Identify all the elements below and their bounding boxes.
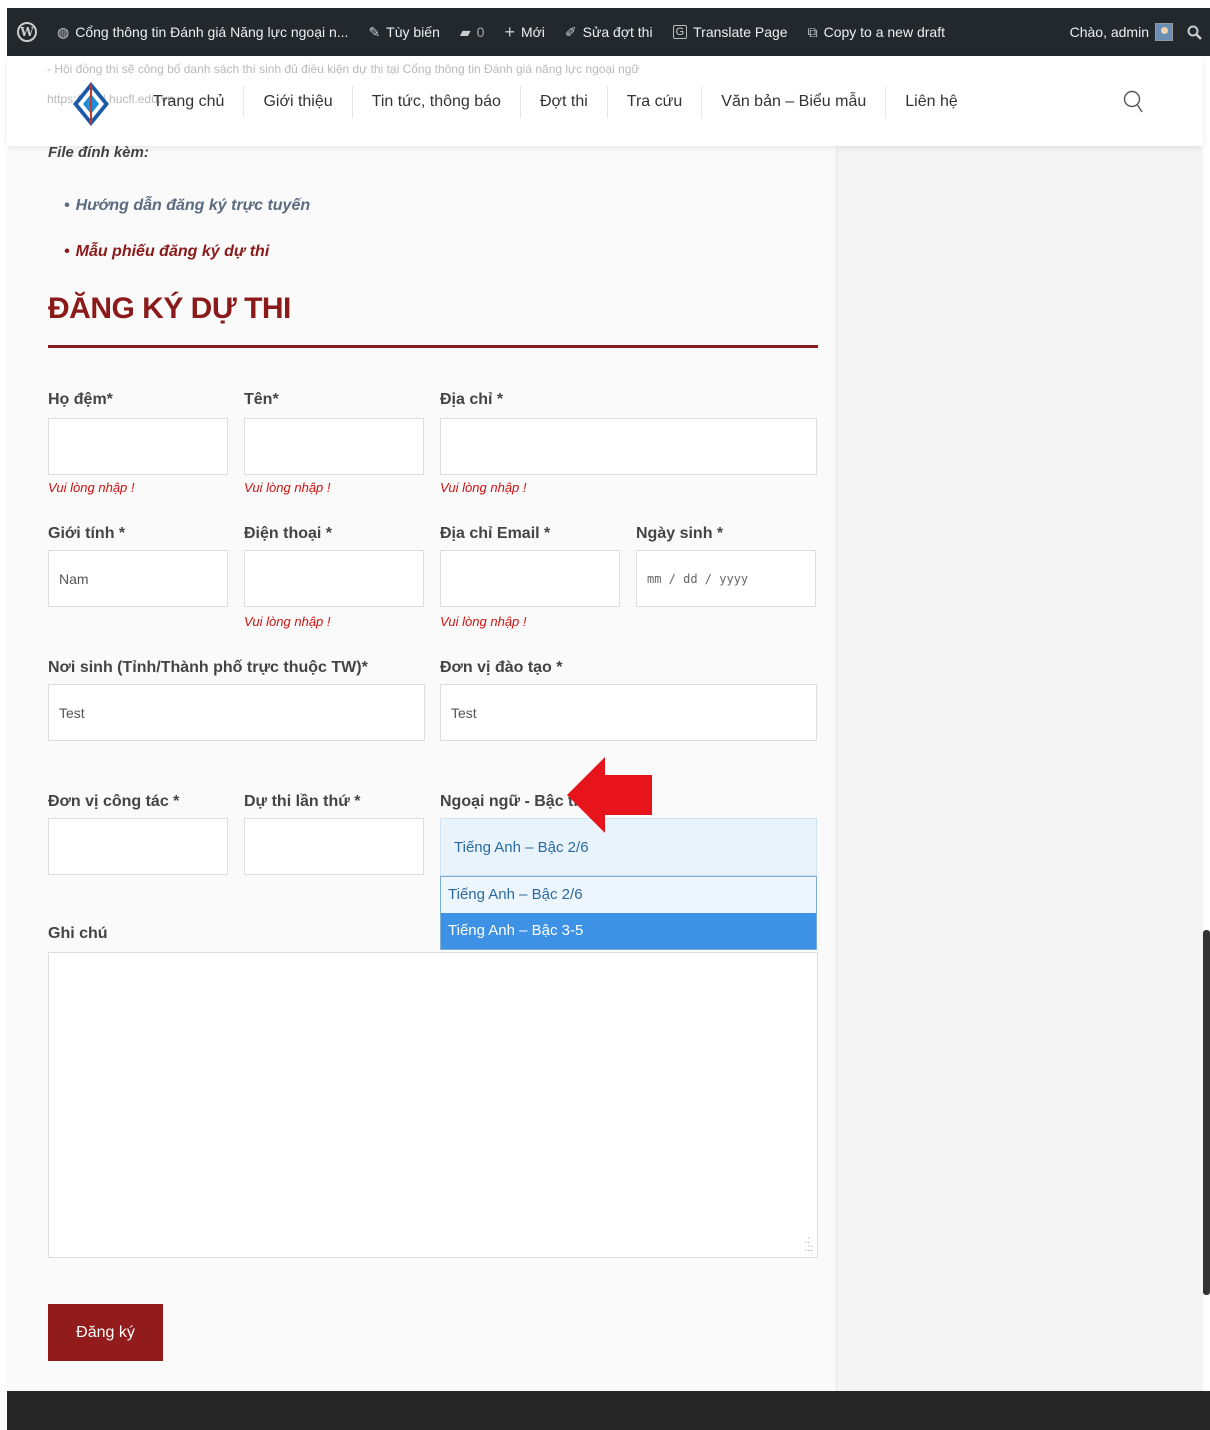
- menu-item-tin-tuc[interactable]: Tin tức, thông báo: [353, 86, 521, 118]
- greeting-label: Chào, admin: [1069, 24, 1149, 40]
- admin-bar: W ◍ Cổng thông tin Đánh giá Năng lực ngo…: [7, 8, 1210, 56]
- wordpress-logo-button[interactable]: W: [7, 8, 47, 56]
- dia-chi-input[interactable]: [440, 418, 817, 475]
- submit-button[interactable]: Đăng ký: [48, 1304, 163, 1361]
- edit-label: Sửa đợt thi: [582, 24, 653, 40]
- translate-icon: G: [672, 25, 688, 39]
- notice-text: - Hội đồng thi sẽ công bố danh sách thí …: [47, 62, 640, 76]
- copy-icon: ⧉: [807, 23, 818, 40]
- email-input[interactable]: [440, 550, 620, 607]
- gioi-tinh-label: Giới tính *: [48, 525, 126, 542]
- avatar: [1155, 23, 1173, 41]
- search-icon: [1187, 25, 1202, 40]
- email-error: Vui lòng nhập !: [440, 614, 527, 629]
- scrollbar-thumb[interactable]: [1203, 930, 1210, 1295]
- customize-link[interactable]: ✎ Tùy biến: [358, 8, 449, 56]
- translate-page-link[interactable]: G Translate Page: [663, 8, 798, 56]
- don-vi-dao-tao-label: Đơn vị đào tạo *: [440, 659, 563, 676]
- main-menu: Trang chủ Giới thiệu Tin tức, thông báo …: [134, 86, 977, 118]
- ten-label: Tên*: [244, 391, 279, 408]
- ngoai-ngu-option[interactable]: Tiếng Anh – Bậc 2/6: [441, 877, 816, 913]
- dia-chi-error: Vui lòng nhập !: [440, 480, 527, 495]
- brush-icon: ✎: [368, 23, 381, 40]
- don-vi-cong-tac-input[interactable]: [48, 818, 228, 875]
- ngoai-ngu-option-highlighted[interactable]: Tiếng Anh – Bậc 3-5: [441, 913, 816, 949]
- ho-dem-error: Vui lòng nhập !: [48, 480, 135, 495]
- noi-sinh-label: Nơi sinh (Tỉnh/Thành phố trực thuộc TW)*: [48, 659, 368, 676]
- comments-count: 0: [476, 24, 485, 40]
- adminbar-search-button[interactable]: [1179, 8, 1210, 56]
- copy-draft-link[interactable]: ⧉ Copy to a new draft: [798, 8, 955, 56]
- menu-item-tra-cuu[interactable]: Tra cứu: [608, 86, 703, 118]
- comment-icon: ▰: [459, 23, 471, 40]
- attachments-label: File đính kèm:: [48, 144, 149, 161]
- ghi-chu-label: Ghi chú: [48, 925, 108, 942]
- sidebar: [836, 146, 1203, 1391]
- don-vi-cong-tac-label: Đơn vị công tác *: [48, 793, 180, 810]
- menu-item-trang-chu[interactable]: Trang chủ: [134, 86, 245, 118]
- copy-draft-label: Copy to a new draft: [823, 24, 945, 40]
- ten-error: Vui lòng nhập !: [244, 480, 331, 495]
- customize-label: Tùy biến: [386, 24, 440, 40]
- menu-item-gioi-thieu[interactable]: Giới thiệu: [244, 86, 353, 118]
- my-account-link[interactable]: Chào, admin: [1060, 8, 1179, 56]
- email-label: Địa chỉ Email *: [440, 525, 551, 542]
- attachment-link-mau-phieu[interactable]: Mẫu phiếu đăng ký dự thi: [64, 241, 310, 287]
- pencil-icon: ✐: [564, 23, 577, 40]
- site-logo-icon[interactable]: [71, 80, 111, 128]
- dien-thoai-input[interactable]: [244, 550, 424, 607]
- ngoai-ngu-dropdown: Tiếng Anh – Bậc 2/6 Tiếng Anh – Bậc 3-5: [440, 876, 817, 950]
- form-title: ĐĂNG KÝ DỰ THI: [48, 292, 291, 325]
- dia-chi-label: Địa chỉ *: [440, 391, 504, 408]
- site-header: - Hội đồng thi sẽ công bố danh sách thí …: [7, 56, 1203, 146]
- ten-input[interactable]: [244, 418, 424, 475]
- new-label: Mới: [520, 24, 545, 40]
- dashboard-icon: ◍: [57, 23, 70, 40]
- comments-link[interactable]: ▰ 0: [450, 8, 495, 56]
- don-vi-dao-tao-input[interactable]: Test: [440, 684, 817, 741]
- ho-dem-input[interactable]: [48, 418, 228, 475]
- ngay-sinh-input[interactable]: mm / dd / yyyy: [636, 550, 816, 607]
- du-thi-lan-thu-input[interactable]: [244, 818, 424, 875]
- footer: [7, 1391, 1210, 1430]
- attachments-list: Hướng dẫn đăng ký trực tuyến Mẫu phiếu đ…: [64, 195, 311, 287]
- menu-item-van-ban[interactable]: Văn bản – Biểu mẫu: [702, 86, 887, 118]
- ngay-sinh-label: Ngày sinh *: [636, 525, 724, 542]
- ghi-chu-textarea[interactable]: .:.::: [48, 952, 818, 1258]
- ho-dem-label: Họ đệm*: [48, 391, 113, 408]
- title-divider: [48, 345, 818, 348]
- red-arrow-icon: [567, 757, 652, 833]
- gioi-tinh-select[interactable]: Nam: [48, 550, 228, 607]
- site-title: Cổng thông tin Đánh giá Năng lực ngoại n…: [75, 24, 349, 40]
- dien-thoai-label: Điện thoại *: [244, 525, 333, 542]
- du-thi-lan-thu-label: Dự thi lần thứ *: [244, 793, 361, 810]
- wordpress-icon: W: [17, 22, 37, 42]
- resize-handle-icon[interactable]: .:.::: [805, 1236, 813, 1254]
- menu-item-lien-he[interactable]: Liên hệ: [886, 86, 977, 118]
- menu-item-dot-thi[interactable]: Đợt thi: [521, 86, 608, 118]
- new-content-link[interactable]: + Mới: [494, 8, 554, 56]
- edit-link[interactable]: ✐ Sửa đợt thi: [555, 8, 663, 56]
- site-name-link[interactable]: ◍ Cổng thông tin Đánh giá Năng lực ngoại…: [47, 8, 358, 56]
- search-icon[interactable]: [1122, 89, 1144, 115]
- attachment-link-huong-dan[interactable]: Hướng dẫn đăng ký trực tuyến: [64, 195, 311, 241]
- noi-sinh-input[interactable]: Test: [48, 684, 425, 741]
- plus-icon: +: [504, 21, 515, 42]
- translate-label: Translate Page: [693, 24, 788, 40]
- dien-thoai-error: Vui lòng nhập !: [244, 614, 331, 629]
